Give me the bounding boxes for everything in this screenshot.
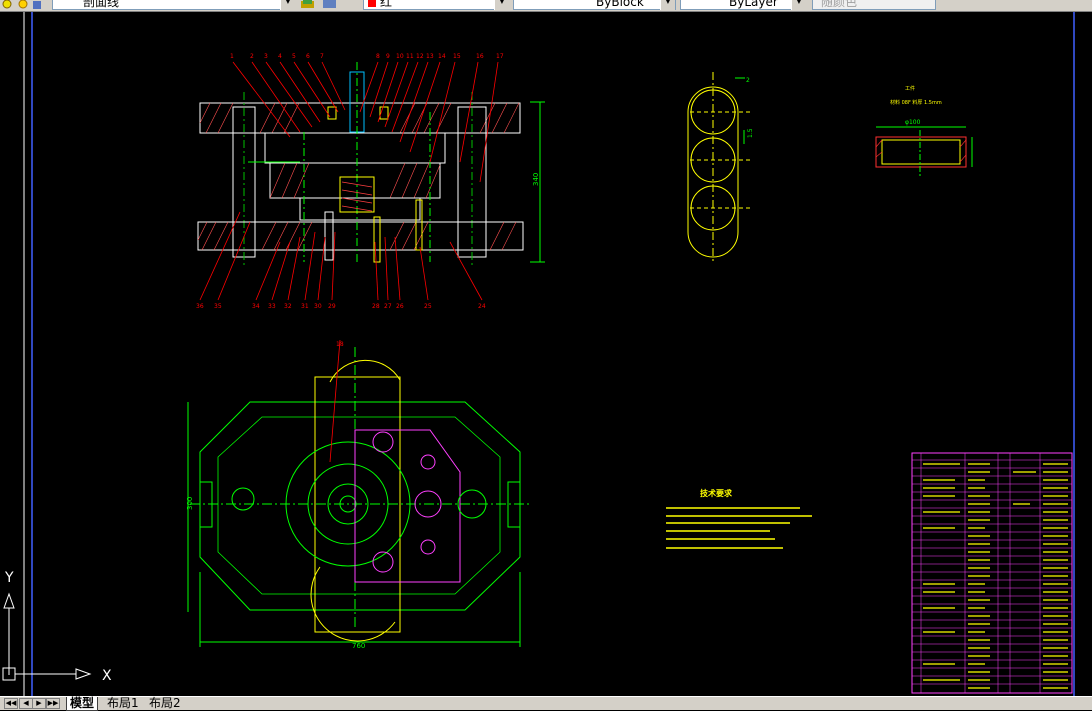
part-number: 1 [230,53,234,60]
strip-layout: 2 1.5 [687,72,754,262]
bom-rows [912,459,1072,685]
part-number: 25 [424,303,432,310]
drawing-frame [23,12,1075,696]
dim-plan-height: 300 [186,497,194,510]
lineweight-dropdown-arrow[interactable]: ▼ [791,0,806,10]
part-number: 3 [264,53,268,60]
part-number: 9 [386,53,390,60]
part-number: 5 [292,53,296,60]
part-number: 27 [384,303,392,310]
color-dropdown-arrow[interactable]: ▼ [494,0,509,10]
plan-leader-number: 18 [336,341,344,348]
dim-plan-width: 760 [352,642,365,650]
part-number: 16 [476,53,484,60]
detail-dim-top: φ100 [905,119,921,126]
first-tab-button[interactable]: ◀◀ [4,698,18,709]
part-number: 4 [278,53,282,60]
tech-title: 技术要求 [700,488,733,498]
part-number: 29 [328,303,336,310]
color-swatch [368,0,376,7]
plan-view: 300 760 18 [186,339,530,650]
linetype-name: ByBlock [596,0,644,9]
dim-strip-2: 2 [746,77,750,84]
part-number: 15 [453,53,461,60]
part-number: 24 [478,303,486,310]
ucs-x-label: X [102,668,112,684]
layer-previous-icon[interactable] [322,0,338,10]
color-name: 红 [380,0,393,9]
part-number: 2 [250,53,254,60]
part-number: 34 [252,303,260,310]
plotstyle-dropdown[interactable]: 随颜色 [812,0,936,10]
lock-icon[interactable] [32,0,42,10]
bill-of-materials [911,452,1073,694]
layer-name: 剖面线 [83,0,120,9]
part-number: 6 [306,53,310,60]
bulb-icon[interactable] [2,0,12,10]
ucs-y-label: Y [4,570,14,586]
part-number: 26 [396,303,404,310]
part-number: 28 [372,303,380,310]
part-number: 33 [268,303,276,310]
lineweight-name: ByLayer [729,0,778,9]
lineweight-dropdown[interactable]: ByLayer [680,0,806,10]
bom-text-fill [923,463,1068,689]
part-number: 17 [496,53,504,60]
part-number: 32 [284,303,292,310]
part-number: 12 [416,53,424,60]
part-number: 35 [214,303,222,310]
layer-dropdown[interactable]: 剖面线 [52,0,295,10]
part-number: 30 [314,303,322,310]
prev-tab-button[interactable]: ◀ [19,698,33,709]
part-number: 14 [438,53,446,60]
part-detail: 工件 材料 08F 料厚 1.5mm φ100 [875,85,973,177]
dim-height: 340 [532,173,540,186]
section-view: 340 [197,61,545,301]
detail-subtitle: 材料 08F 料厚 1.5mm [890,99,942,106]
part-number: 10 [396,53,404,60]
layer-dropdown-arrow[interactable]: ▼ [280,0,295,10]
part-number: 8 [376,53,380,60]
make-layer-current-icon[interactable] [300,0,316,10]
part-number: 11 [406,53,414,60]
last-tab-button[interactable]: ▶▶ [46,698,60,709]
part-number: 13 [426,53,434,60]
layout-tabs-bar: ◀◀ ◀ ▶ ▶▶ 模型 布局1 布局2 [0,696,1092,711]
color-dropdown[interactable]: 红 [363,0,508,10]
part-number: 7 [320,53,324,60]
part-number: 31 [301,303,309,310]
ucs-icon [2,592,92,681]
linetype-dropdown[interactable]: ByBlock [513,0,676,10]
part-numbers-bottom: 36 35 34 33 32 31 30 29 28 27 26 25 24 [196,303,486,310]
linetype-dropdown-arrow[interactable]: ▼ [660,0,675,10]
detail-title: 工件 [905,85,915,92]
part-numbers-top: 1 2 3 4 5 6 7 8 9 10 11 12 13 14 15 16 1… [230,53,504,60]
plotstyle-name: 随颜色 [821,0,858,9]
dim-strip-15: 1.5 [747,128,754,138]
properties-toolbar: 剖面线 ▼ 红 ▼ ByBlock ▼ ByLayer ▼ 随颜色 [0,0,1092,12]
sun-icon[interactable] [18,0,28,10]
technical-requirements: 技术要求 [666,488,812,549]
drawing-canvas[interactable]: 340 1 2 3 4 5 6 7 8 9 10 11 12 13 14 15 … [0,12,1092,696]
tab-layout2[interactable]: 布局2 [146,697,184,710]
tab-layout1[interactable]: 布局1 [104,697,142,710]
cad-drawing: 340 1 2 3 4 5 6 7 8 9 10 11 12 13 14 15 … [2,12,1075,696]
next-tab-button[interactable]: ▶ [32,698,46,709]
part-number: 36 [196,303,204,310]
